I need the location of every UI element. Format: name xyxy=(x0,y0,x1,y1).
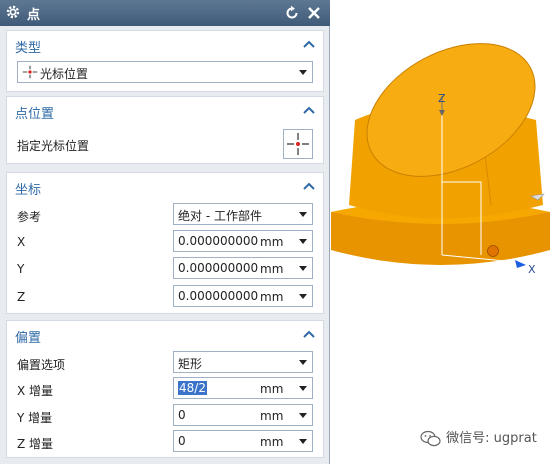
x-increment-label: X 增量 xyxy=(17,384,54,398)
graphics-viewport[interactable]: Z X xyxy=(331,0,550,464)
type-section: 类型 光标位置 xyxy=(6,30,324,92)
z-coordinate-value: 0.0000000000 xyxy=(178,289,258,303)
specify-cursor-location-button[interactable] xyxy=(283,129,313,159)
offset-title: 偏置 xyxy=(15,331,42,346)
x-coordinate-value: 0.0000000000 xyxy=(178,234,258,248)
coordinates-title: 坐标 xyxy=(15,183,42,198)
y-label: Y xyxy=(17,262,25,276)
chevron-down-icon[interactable] xyxy=(299,439,307,444)
point-dialog: 点 类型 光标位置 点位置 指定光标位置 坐标 参考 绝对 - 工作部件 X 0… xyxy=(0,0,330,464)
point-location-header[interactable]: 点位置 xyxy=(7,97,323,123)
y-unit: mm xyxy=(260,262,284,276)
type-select-value: 光标位置 xyxy=(40,67,89,81)
reset-icon[interactable] xyxy=(284,5,300,21)
point-location-title: 点位置 xyxy=(15,107,55,122)
chevron-up-icon[interactable] xyxy=(303,329,315,339)
reference-label: 参考 xyxy=(17,210,42,224)
gear-icon[interactable] xyxy=(5,4,21,20)
z-increment-value: 0 xyxy=(178,434,186,448)
x-increment-unit: mm xyxy=(260,382,284,396)
type-select[interactable]: 光标位置 xyxy=(17,61,313,83)
z-increment-unit: mm xyxy=(260,435,284,449)
chevron-down-icon xyxy=(299,360,307,365)
cursor-point-icon xyxy=(287,133,309,155)
coordinates-section: 坐标 参考 绝对 - 工作部件 X 0.0000000000 mm Y 0.00… xyxy=(6,172,324,314)
dialog-titlebar: 点 xyxy=(0,0,330,26)
chevron-down-icon[interactable] xyxy=(299,413,307,418)
x-coordinate-field[interactable]: 0.0000000000 mm xyxy=(173,230,313,252)
chevron-up-icon[interactable] xyxy=(303,105,315,115)
x-arrow-head xyxy=(515,260,526,268)
x-unit: mm xyxy=(260,235,284,249)
chevron-down-icon xyxy=(299,70,307,75)
y-increment-field[interactable]: 0 mm xyxy=(173,404,313,426)
offset-option-label: 偏置选项 xyxy=(17,358,66,372)
y-coordinate-value: 0.0000000000 xyxy=(178,261,258,275)
chevron-down-icon[interactable] xyxy=(299,386,307,391)
reference-value: 绝对 - 工作部件 xyxy=(178,209,262,223)
offset-section: 偏置 偏置选项 矩形 X 增量 48/2 mm Y 增量 0 mm Z 增量 0… xyxy=(6,320,324,458)
close-icon[interactable] xyxy=(306,5,322,21)
x-increment-field[interactable]: 48/2 mm xyxy=(173,377,313,399)
z-increment-label: Z 增量 xyxy=(17,437,54,451)
watermark-text: 微信号: ugprat xyxy=(446,431,537,446)
z-unit: mm xyxy=(260,290,284,304)
z-coordinate-field[interactable]: 0.0000000000 mm xyxy=(173,285,313,307)
axis-z-label: Z xyxy=(438,92,446,105)
type-section-title: 类型 xyxy=(15,41,42,56)
chevron-down-icon[interactable] xyxy=(299,239,307,244)
z-label: Z xyxy=(17,290,26,304)
chevron-up-icon[interactable] xyxy=(303,39,315,49)
point-location-section: 点位置 指定光标位置 xyxy=(6,96,324,164)
point-handle[interactable] xyxy=(487,245,499,257)
axis-x-label: X xyxy=(528,263,536,276)
y-increment-value: 0 xyxy=(178,408,186,422)
reference-select[interactable]: 绝对 - 工作部件 xyxy=(173,203,313,225)
type-section-header[interactable]: 类型 xyxy=(7,31,323,57)
y-coordinate-field[interactable]: 0.0000000000 mm xyxy=(173,257,313,279)
y-increment-unit: mm xyxy=(260,409,284,423)
cursor-point-icon xyxy=(22,65,38,79)
chevron-down-icon xyxy=(299,212,307,217)
watermark: 微信号: ugprat xyxy=(420,427,537,448)
y-increment-label: Y 增量 xyxy=(17,411,53,425)
offset-option-value: 矩形 xyxy=(178,357,203,371)
chevron-up-icon[interactable] xyxy=(303,181,315,191)
x-increment-value: 48/2 xyxy=(178,381,207,395)
coordinates-header[interactable]: 坐标 xyxy=(7,173,323,199)
chevron-down-icon[interactable] xyxy=(299,294,307,299)
cad-model[interactable] xyxy=(331,0,550,464)
offset-header[interactable]: 偏置 xyxy=(7,321,323,347)
specify-cursor-location-label: 指定光标位置 xyxy=(17,139,90,153)
dialog-title: 点 xyxy=(27,8,41,23)
chevron-down-icon[interactable] xyxy=(299,266,307,271)
wechat-icon xyxy=(420,430,441,446)
z-increment-field[interactable]: 0 mm xyxy=(173,430,313,452)
x-label: X xyxy=(17,235,26,249)
offset-option-select[interactable]: 矩形 xyxy=(173,351,313,373)
